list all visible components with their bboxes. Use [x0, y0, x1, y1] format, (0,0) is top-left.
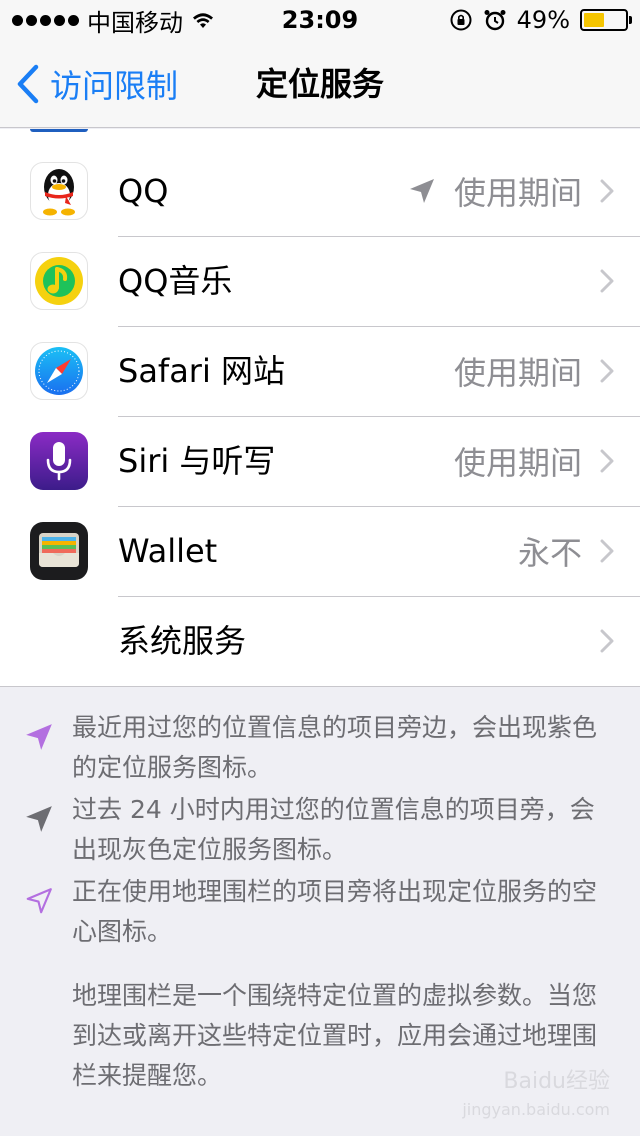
status-right: 49%: [449, 0, 632, 40]
app-name: 系统服务: [118, 622, 247, 660]
location-permission-status: 永不: [517, 534, 582, 572]
chevron-right-icon: [600, 359, 614, 383]
back-button-label: 访问限制: [50, 67, 179, 105]
alarm-icon: [484, 10, 506, 31]
chevron-left-icon: [17, 64, 39, 104]
app-name: QQ音乐: [118, 262, 233, 300]
battery-level: [584, 13, 604, 27]
status-bar: 中国移动 23:09 49%: [0, 0, 640, 40]
chevron-right-icon: [600, 539, 614, 563]
previous-row-icon-edge: [30, 129, 88, 132]
location-permission-status: 使用期间: [453, 354, 582, 392]
watermark-line2: jingyan.baidu.com: [462, 1100, 610, 1119]
back-button[interactable]: 访问限制: [16, 40, 178, 128]
app-name: Safari 网站: [118, 352, 286, 390]
app-name: QQ: [118, 172, 169, 210]
location-legend-footer: 最近用过您的位置信息的项目旁边，会出现紫色的定位服务图标。 过去 24 小时内用…: [0, 686, 640, 1136]
app-name: Wallet: [118, 532, 218, 570]
wallet-icon: [30, 522, 88, 580]
chevron-right-icon: [600, 449, 614, 473]
battery-icon: [580, 9, 632, 31]
purple-location-arrow-icon: [26, 724, 52, 750]
list-item-system-services[interactable]: 系统服务: [0, 596, 640, 686]
safari-icon: [30, 342, 88, 400]
legend-text: 正在使用地理围栏的项目旁将出现定位服务的空心图标。: [72, 877, 598, 946]
legend-text: 过去 24 小时内用过您的位置信息的项目旁，会出现灰色定位服务图标。: [72, 795, 595, 864]
chevron-right-icon: [600, 179, 614, 203]
app-location-list: QQ 使用期间 QQ音乐 Safari 网站 使用期间 Siri 与听写 使用期…: [0, 129, 640, 687]
chevron-right-icon: [600, 269, 614, 293]
signal-dots-icon: [12, 14, 79, 26]
gray-location-arrow-icon: [409, 179, 434, 203]
hollow-location-arrow-icon: [26, 888, 52, 914]
carrier-label: 中国移动: [87, 8, 183, 37]
list-item-safari[interactable]: Safari 网站 使用期间: [0, 326, 640, 416]
battery-percent: 49%: [516, 6, 570, 34]
qq-music-icon: [30, 252, 88, 310]
location-permission-status: 使用期间: [453, 444, 582, 482]
chevron-right-icon: [600, 629, 614, 653]
navigation-bar: 访问限制 定位服务: [0, 40, 640, 128]
orientation-lock-icon: [450, 9, 472, 31]
qq-icon: [30, 162, 88, 220]
location-permission-status: 使用期间: [453, 174, 582, 212]
list-item-siri[interactable]: Siri 与听写 使用期间: [0, 416, 640, 506]
gray-location-arrow-icon: [26, 806, 52, 832]
legend-text: 最近用过您的位置信息的项目旁边，会出现紫色的定位服务图标。: [72, 713, 598, 782]
app-name: Siri 与听写: [118, 442, 276, 480]
watermark-line1: Baidu经验: [503, 1069, 610, 1094]
siri-icon: [30, 432, 88, 490]
wifi-icon: [193, 13, 213, 28]
status-left: 中国移动: [12, 0, 215, 40]
watermark: Baidu经验 jingyan.baidu.com: [462, 1068, 610, 1124]
list-item-wallet[interactable]: Wallet 永不: [0, 506, 640, 596]
list-item-qq-music[interactable]: QQ音乐: [0, 236, 640, 326]
list-item-qq[interactable]: QQ 使用期间: [0, 146, 640, 236]
